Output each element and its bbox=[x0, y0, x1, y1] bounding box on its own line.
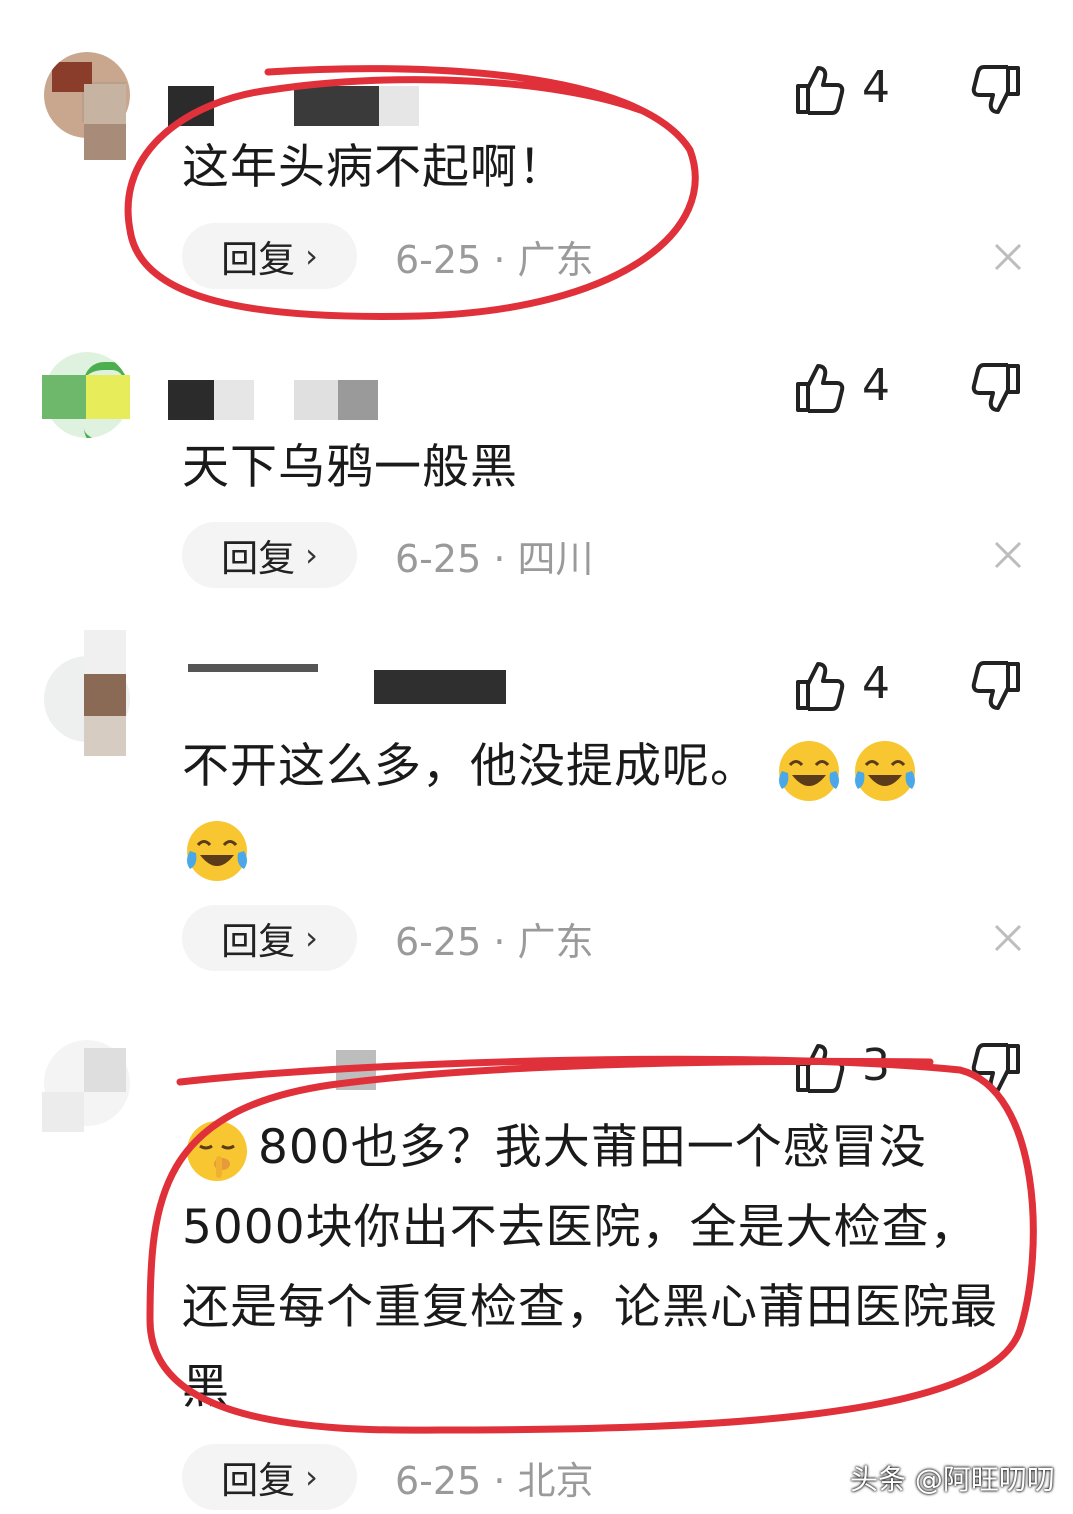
close-icon[interactable] bbox=[988, 237, 1028, 277]
date-location: 6-25 · 四川 bbox=[395, 536, 594, 581]
username-redacted[interactable] bbox=[168, 380, 388, 424]
reply-label: 回复 bbox=[221, 1459, 296, 1502]
comment-text: 天下乌鸦一般黑 bbox=[182, 440, 518, 495]
thumbs-up-icon[interactable] bbox=[792, 1040, 846, 1094]
comment-text-with-emoji: 800也多？我大莆田一个感冒没5000块你出不去医院，全是大检查，还是每个重复检… bbox=[182, 1108, 1012, 1428]
close-icon[interactable] bbox=[988, 535, 1028, 575]
watermark: 头条 @阿旺叨叨 bbox=[850, 1463, 1055, 1496]
reply-label: 回复 bbox=[221, 920, 296, 963]
chevron-right-icon: › bbox=[305, 237, 318, 275]
comment-meta: 回复 › 6-25 · 广东 bbox=[182, 905, 593, 971]
comment-meta: 回复 › 6-25 · 广东 bbox=[182, 223, 593, 289]
date-location: 6-25 · 广东 bbox=[395, 919, 594, 964]
laughing-crying-emoji bbox=[854, 740, 915, 801]
username-redacted[interactable] bbox=[168, 664, 508, 714]
like-count: 3 bbox=[862, 1040, 890, 1091]
username-redacted[interactable] bbox=[168, 1050, 388, 1094]
comment-meta: 回复 › 6-25 · 四川 bbox=[182, 522, 593, 588]
shushing-face-emoji bbox=[187, 1120, 247, 1181]
reply-label: 回复 bbox=[221, 537, 296, 580]
thumbs-up-icon[interactable] bbox=[792, 360, 846, 414]
thumbs-up-icon[interactable] bbox=[792, 62, 846, 116]
chevron-right-icon: › bbox=[305, 919, 318, 957]
date-location: 6-25 · 广东 bbox=[395, 237, 594, 282]
reply-label: 回复 bbox=[221, 238, 296, 281]
close-icon[interactable] bbox=[988, 918, 1028, 958]
username-redacted[interactable] bbox=[168, 86, 428, 130]
comment-text: 这年头病不起啊！ bbox=[182, 140, 566, 195]
thumbs-down-icon[interactable] bbox=[970, 362, 1024, 416]
comment-text: 800也多？我大莆田一个感冒没5000块你出不去医院，全是大检查，还是每个重复检… bbox=[182, 1120, 998, 1415]
comment-meta: 回复 › 6-25 · 北京 bbox=[182, 1444, 593, 1510]
laughing-crying-emoji bbox=[187, 820, 247, 881]
reply-button[interactable]: 回复 › bbox=[182, 522, 357, 588]
laughing-crying-emoji bbox=[778, 740, 839, 801]
reply-button[interactable]: 回复 › bbox=[182, 905, 357, 971]
comment-text-with-emoji: 不开这么多，他没提成呢。 bbox=[182, 727, 1012, 887]
thumbs-up-icon[interactable] bbox=[792, 658, 846, 712]
like-count: 4 bbox=[862, 658, 890, 709]
like-count: 4 bbox=[862, 62, 890, 113]
thumbs-down-icon[interactable] bbox=[970, 660, 1024, 714]
reply-button[interactable]: 回复 › bbox=[182, 1444, 357, 1510]
chevron-right-icon: › bbox=[305, 1458, 318, 1496]
like-count: 4 bbox=[862, 360, 890, 411]
thumbs-down-icon[interactable] bbox=[970, 1042, 1024, 1096]
chevron-right-icon: › bbox=[305, 536, 318, 574]
comment-text: 不开这么多，他没提成呢。 bbox=[182, 739, 758, 794]
thumbs-down-icon[interactable] bbox=[970, 64, 1024, 118]
reply-button[interactable]: 回复 › bbox=[182, 223, 357, 289]
date-location: 6-25 · 北京 bbox=[395, 1458, 594, 1503]
